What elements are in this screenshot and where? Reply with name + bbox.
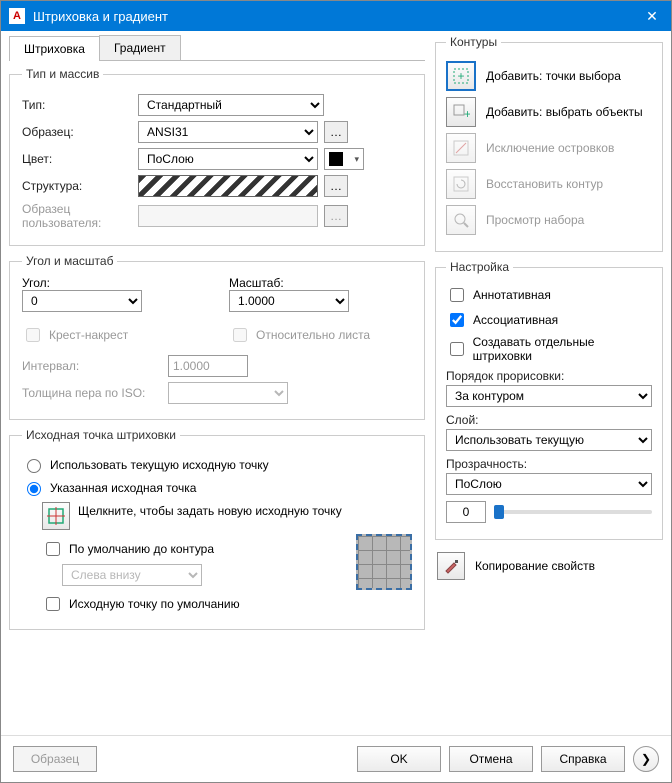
select-transparency-mode[interactable]: ПоСлою xyxy=(446,473,652,495)
help-button[interactable]: Справка xyxy=(541,746,625,772)
label-spacing: Интервал: xyxy=(22,359,162,373)
group-boundaries: Контуры + Добавить: точки выбора + Добав… xyxy=(435,35,663,252)
label-scale: Масштаб: xyxy=(229,276,412,290)
select-draw-order[interactable]: За контуром xyxy=(446,385,652,407)
select-layer[interactable]: Использовать текущую xyxy=(446,429,652,451)
label-view-selections: Просмотр набора xyxy=(486,213,584,227)
radio-use-current-origin[interactable] xyxy=(27,459,41,473)
pick-origin-button[interactable] xyxy=(42,502,70,530)
input-spacing xyxy=(168,355,248,377)
label-layer: Слой: xyxy=(446,413,652,427)
inherit-properties-button[interactable] xyxy=(437,552,465,580)
select-color[interactable]: ПоСлою xyxy=(138,148,318,170)
label-recreate-boundary: Восстановить контур xyxy=(486,177,603,191)
legend-boundaries: Контуры xyxy=(446,35,501,49)
radio-specified-origin[interactable] xyxy=(27,482,41,496)
add-select-objects-button[interactable]: + xyxy=(446,97,476,127)
group-type-array: Тип и массив Тип: Стандартный Образец: A… xyxy=(9,67,425,246)
pick-origin-text: Щелкните, чтобы задать новую исходную то… xyxy=(78,502,412,518)
select-angle[interactable]: 0 xyxy=(22,290,142,312)
chevron-right-icon: ❯ xyxy=(641,752,651,766)
recreate-icon xyxy=(452,175,470,193)
expand-button[interactable]: ❯ xyxy=(633,746,659,772)
custom-pattern-preview xyxy=(138,205,318,227)
checkbox-store-default-origin[interactable] xyxy=(46,597,60,611)
label-separate-hatches: Создавать отдельные штриховки xyxy=(473,335,652,363)
label-draw-order: Порядок прорисовки: xyxy=(446,369,652,383)
boundary-extent-preview xyxy=(356,534,412,590)
label-angle: Угол: xyxy=(22,276,205,290)
group-origin: Исходная точка штриховки Использовать те… xyxy=(9,428,425,630)
label-use-current-origin: Использовать текущую исходную точку xyxy=(50,458,269,472)
svg-text:+: + xyxy=(457,69,464,83)
remove-islands-button xyxy=(446,133,476,163)
label-swatch: Структура: xyxy=(22,179,132,193)
titlebar: A Штриховка и градиент ✕ xyxy=(1,1,671,31)
legend-type-array: Тип и массив xyxy=(22,67,103,81)
browse-pattern-button[interactable]: … xyxy=(324,121,348,143)
plus-cursor-icon: + xyxy=(452,103,470,121)
label-relative-paper: Относительно листа xyxy=(256,328,370,342)
ok-button[interactable]: OK xyxy=(357,746,441,772)
checkbox-associative[interactable] xyxy=(450,313,464,327)
target-icon xyxy=(47,507,65,525)
input-transparency-value[interactable] xyxy=(446,501,486,523)
select-origin-position: Слева внизу xyxy=(62,564,202,586)
legend-options: Настройка xyxy=(446,260,513,274)
tab-gradient[interactable]: Градиент xyxy=(99,35,181,60)
select-type[interactable]: Стандартный xyxy=(138,94,324,116)
label-inherit-properties: Копирование свойств xyxy=(475,559,595,573)
remove-icon xyxy=(452,139,470,157)
label-pattern: Образец: xyxy=(22,125,132,139)
preview-button: Образец xyxy=(13,746,97,772)
label-transparency: Прозрачность: xyxy=(446,457,652,471)
label-specified-origin: Указанная исходная точка xyxy=(50,481,196,495)
cancel-button[interactable]: Отмена xyxy=(449,746,533,772)
checkbox-separate-hatches[interactable] xyxy=(450,342,464,356)
slider-transparency[interactable] xyxy=(494,510,652,514)
footer: Образец OK Отмена Справка ❯ xyxy=(1,735,671,782)
swatch-preview[interactable] xyxy=(138,175,318,197)
label-type: Тип: xyxy=(22,98,132,112)
tab-strip: Штриховка Градиент xyxy=(9,35,425,61)
legend-angle-scale: Угол и масштаб xyxy=(22,254,117,268)
select-iso-pen xyxy=(168,382,288,404)
group-angle-scale: Угол и масштаб Угол: 0 Масштаб: 1.0000 К… xyxy=(9,254,425,420)
recreate-boundary-button xyxy=(446,169,476,199)
legend-origin: Исходная точка штриховки xyxy=(22,428,180,442)
label-annotative: Аннотативная xyxy=(473,288,551,302)
checkbox-annotative[interactable] xyxy=(450,288,464,302)
label-double: Крест-накрест xyxy=(49,328,128,342)
close-button[interactable]: ✕ xyxy=(641,5,663,27)
window-title: Штриховка и градиент xyxy=(33,9,641,24)
add-pick-points-button[interactable]: + xyxy=(446,61,476,91)
checkbox-double xyxy=(26,328,40,342)
select-pattern[interactable]: ANSI31 xyxy=(138,121,318,143)
label-associative: Ассоциативная xyxy=(473,313,558,327)
label-iso-pen: Толщина пера по ISO: xyxy=(22,386,162,400)
checkbox-default-boundary[interactable] xyxy=(46,542,60,556)
app-icon: A xyxy=(9,8,25,24)
color-swatch-dropdown[interactable]: ▾ xyxy=(324,148,364,170)
group-options: Настройка Аннотативная Ассоциативная Соз… xyxy=(435,260,663,540)
tab-hatch[interactable]: Штриховка xyxy=(9,36,100,61)
view-selections-button xyxy=(446,205,476,235)
label-remove-islands: Исключение островков xyxy=(486,141,614,155)
label-custom-pattern: Образец пользователя: xyxy=(22,202,132,230)
eyedropper-icon xyxy=(442,557,460,575)
plus-rect-icon: + xyxy=(452,67,470,85)
browse-swatch-button[interactable]: … xyxy=(324,175,348,197)
svg-text:+: + xyxy=(464,107,470,121)
magnifier-icon xyxy=(452,211,470,229)
label-store-default-origin: Исходную точку по умолчанию xyxy=(69,597,240,611)
browse-custom-button: … xyxy=(324,205,348,227)
label-select-objects: Добавить: выбрать объекты xyxy=(486,105,643,119)
checkbox-relative-paper xyxy=(233,328,247,342)
label-default-boundary: По умолчанию до контура xyxy=(69,542,214,556)
label-color: Цвет: xyxy=(22,152,132,166)
label-pick-points: Добавить: точки выбора xyxy=(486,69,621,83)
select-scale[interactable]: 1.0000 xyxy=(229,290,349,312)
